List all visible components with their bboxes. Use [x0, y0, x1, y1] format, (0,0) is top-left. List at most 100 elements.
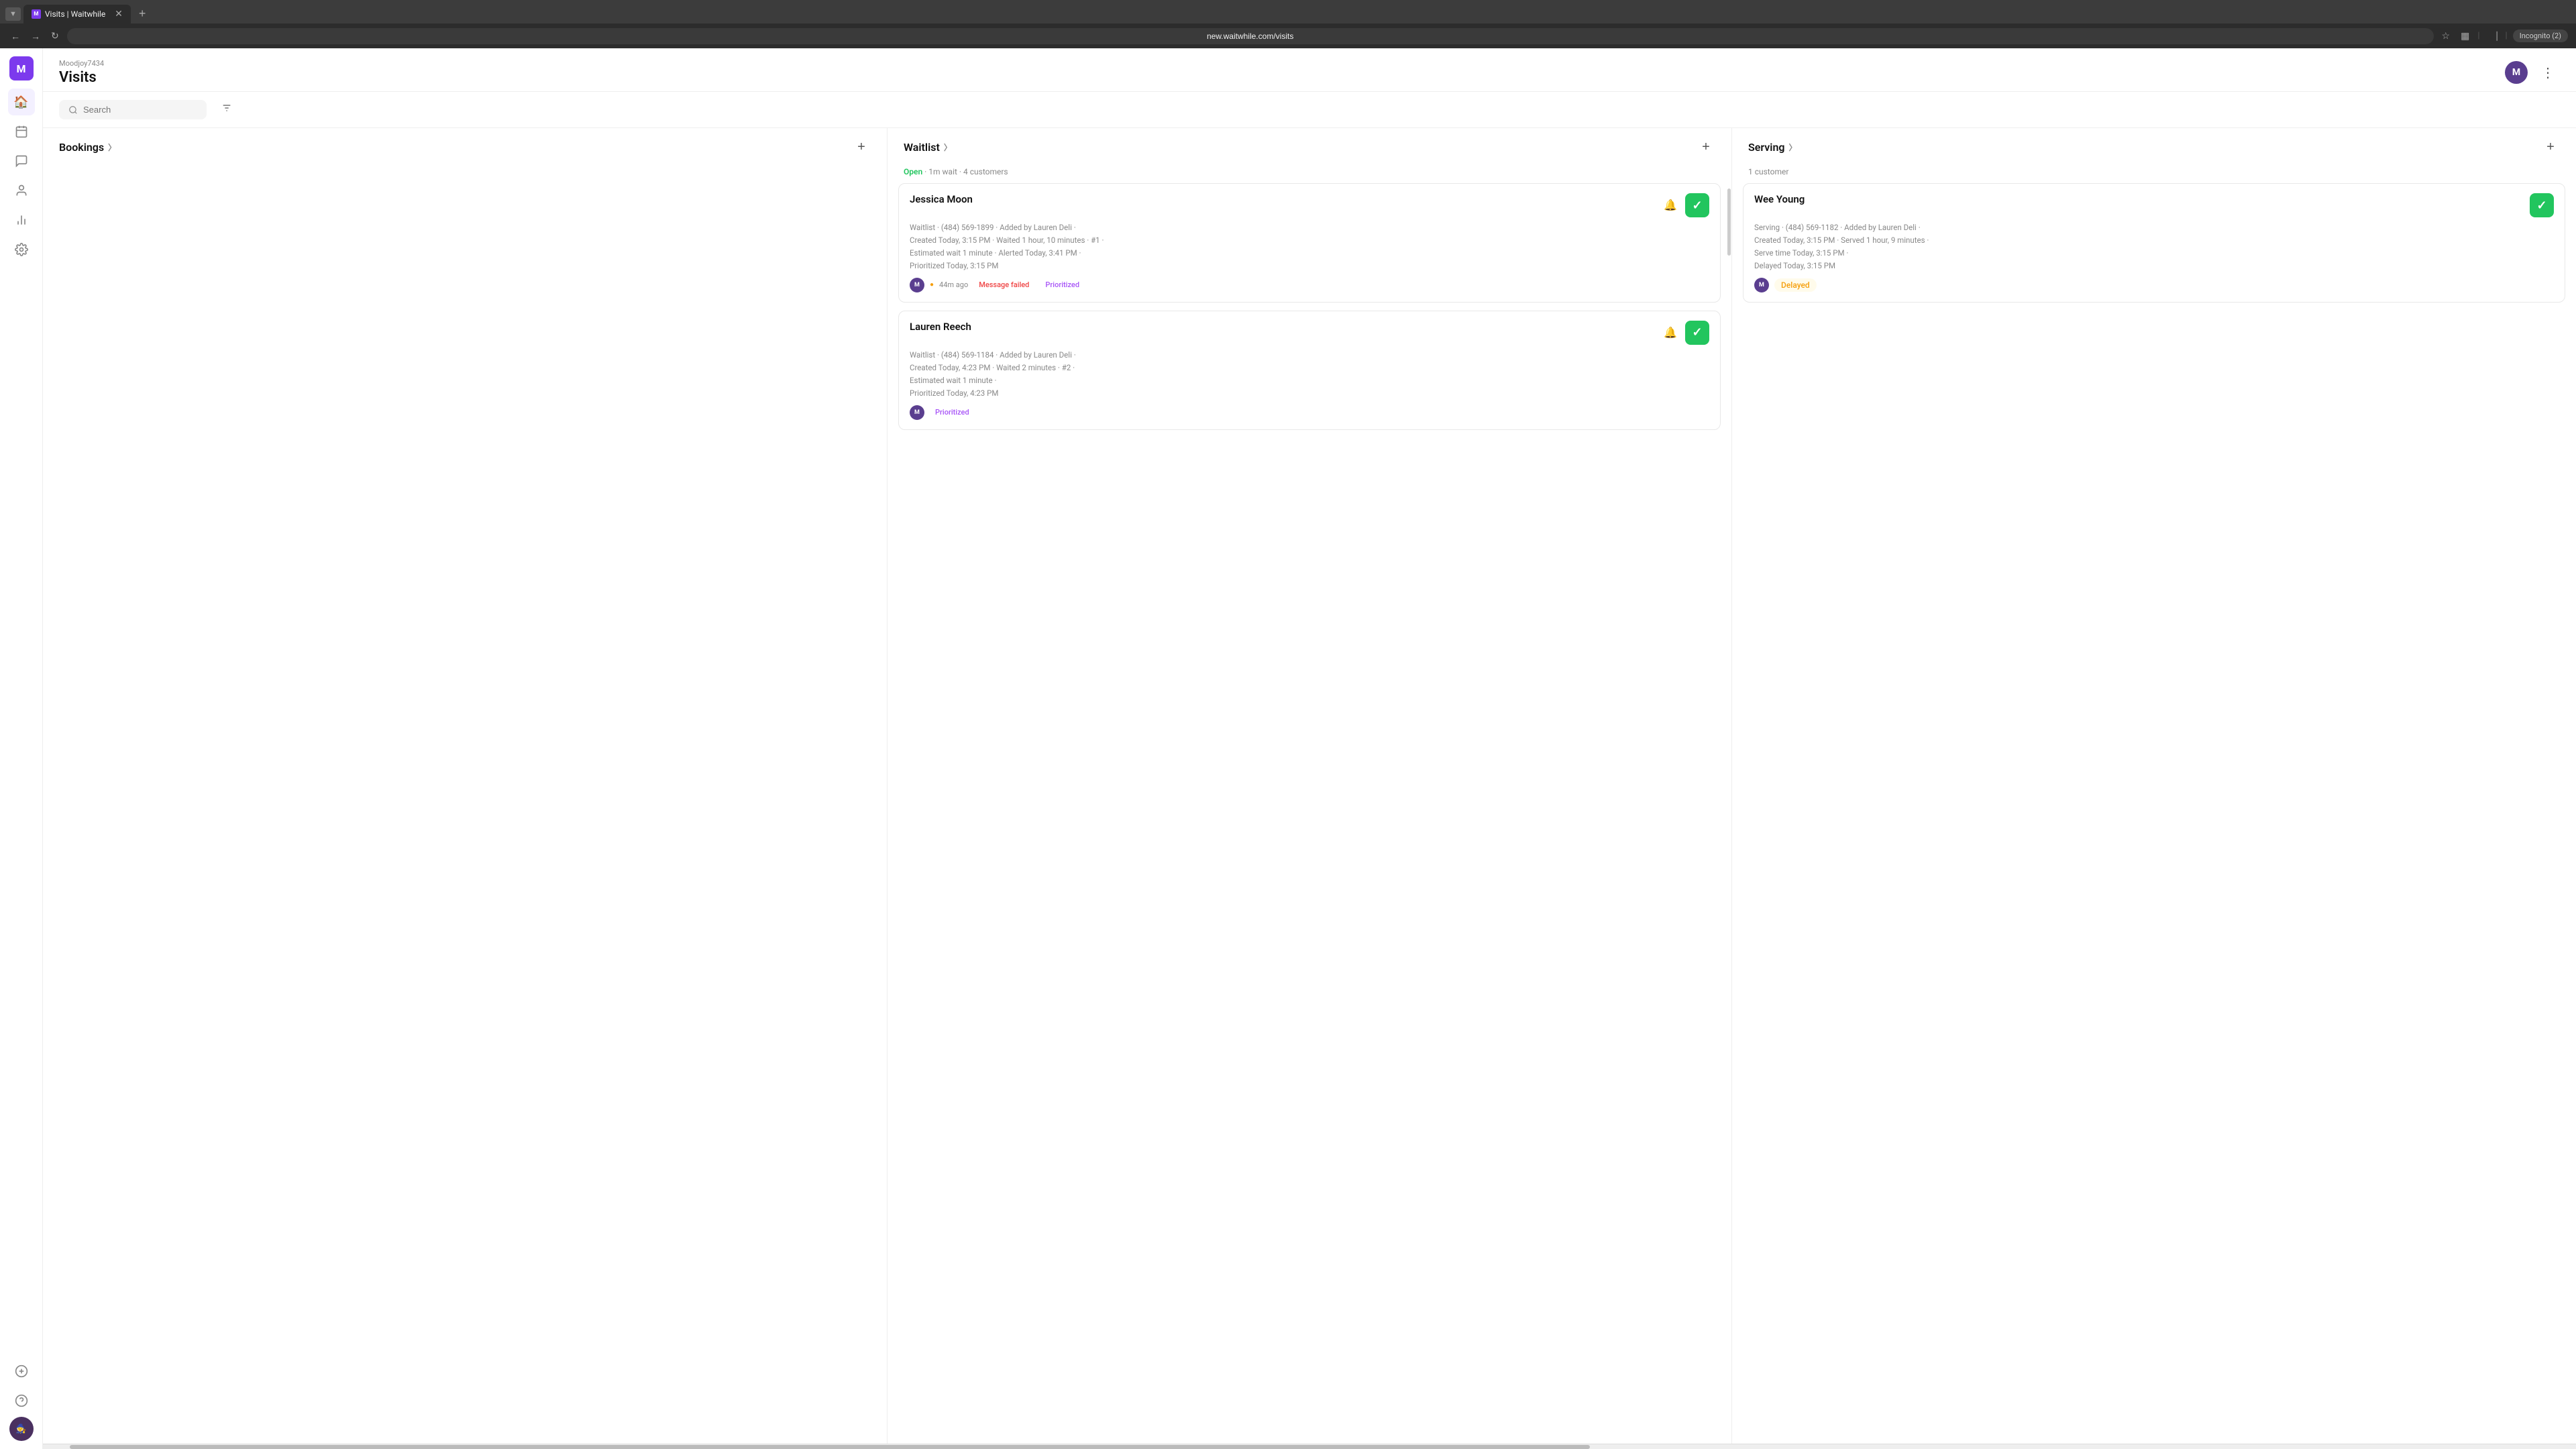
wee-young-delayed-badge[interactable]: Delayed — [1774, 278, 1817, 292]
page-header: Moodjoy7434 Visits M ⋮ — [43, 48, 2576, 92]
lauren-reech-staff-avatar: M — [910, 405, 924, 420]
bookings-column-header: Bookings 〉 + — [43, 128, 887, 163]
waitlist-column-title[interactable]: Waitlist 〉 — [904, 141, 952, 154]
wee-young-staff-avatar: M — [1754, 278, 1769, 292]
sidebar-toggle-button[interactable]: ⎹ — [2485, 28, 2500, 44]
serving-customer-count: 1 customer — [1732, 163, 2576, 183]
tab-title: Visits | Waitwhile — [45, 9, 105, 19]
search-icon — [68, 105, 78, 115]
bookings-column-title[interactable]: Bookings 〉 — [59, 141, 116, 154]
search-box — [59, 100, 207, 119]
jessica-moon-staff-avatar: M — [910, 278, 924, 292]
jessica-moon-card-top: Jessica Moon 🔔 ✓ — [910, 193, 1709, 217]
more-options-button[interactable]: ⋮ — [2536, 62, 2560, 84]
bottom-scrollbar[interactable] — [43, 1444, 2576, 1449]
sidebar-item-help[interactable] — [8, 1387, 35, 1414]
serving-column-header: Serving 〉 + — [1732, 128, 2576, 163]
serving-add-button[interactable]: + — [2541, 138, 2560, 156]
waitlist-status-bar: Open · 1m wait · 4 customers — [888, 163, 1731, 183]
wee-young-footer: M Delayed — [1754, 278, 2554, 292]
browser-actions: ☆ ▦ | ⎹ | Incognito (2) — [2439, 28, 2568, 44]
header-right: M ⋮ — [2505, 61, 2560, 84]
sidebar-item-messages[interactable] — [8, 148, 35, 174]
extensions-button[interactable]: ▦ — [2458, 28, 2472, 44]
page-title: Visits — [59, 69, 104, 86]
serving-column: Serving 〉 + 1 customer Wee Young ✓ — [1732, 128, 2576, 1444]
serving-chevron-icon: 〉 — [1788, 142, 1796, 153]
tab-bar: ▼ M Visits | Waitwhile ✕ + — [0, 0, 2576, 23]
user-avatar-header[interactable]: M — [2505, 61, 2528, 84]
lauren-reech-check-button[interactable]: ✓ — [1685, 321, 1709, 345]
wee-young-check-button[interactable]: ✓ — [2530, 193, 2554, 217]
sidebar-logo[interactable]: M — [9, 56, 34, 80]
sidebar-item-home[interactable]: 🏠 — [8, 89, 35, 115]
address-bar: ← → ↻ ☆ ▦ | ⎹ | Incognito (2) — [0, 23, 2576, 48]
lauren-reech-card-top: Lauren Reech 🔔 ✓ — [910, 321, 1709, 345]
tab-favicon: M — [32, 9, 41, 19]
jessica-moon-time-ago: 44m ago — [939, 280, 968, 289]
left-sidebar: M 🏠 🧙 — [0, 48, 43, 1449]
filter-button[interactable] — [215, 99, 239, 121]
lauren-reech-details: Waitlist · (484) 569-1184 · Added by Lau… — [910, 349, 1709, 400]
jessica-moon-footer: M ● 44m ago Message failed Prioritized — [910, 278, 1709, 292]
jessica-moon-actions: 🔔 ✓ — [1661, 193, 1709, 217]
lauren-reech-footer: M Prioritized — [910, 405, 1709, 420]
toolbar — [43, 92, 2576, 128]
bookmark-button[interactable]: ☆ — [2439, 28, 2453, 44]
lauren-reech-bell-button[interactable]: 🔔 — [1661, 323, 1680, 342]
bookings-empty-state — [43, 163, 887, 1444]
sidebar-item-contacts[interactable] — [8, 177, 35, 204]
wee-young-name: Wee Young — [1754, 193, 1805, 205]
waitlist-open-status: Open — [904, 167, 922, 176]
sidebar-item-analytics[interactable] — [8, 207, 35, 233]
waitlist-column: Waitlist 〉 + Open · 1m wait · 4 customer… — [888, 128, 1732, 1444]
waitlist-column-header: Waitlist 〉 + — [888, 128, 1731, 163]
waitlist-chevron-icon: 〉 — [944, 142, 952, 153]
jessica-moon-check-button[interactable]: ✓ — [1685, 193, 1709, 217]
tab-close-button[interactable]: ✕ — [115, 9, 123, 19]
jessica-moon-prioritized-badge[interactable]: Prioritized — [1040, 279, 1085, 290]
jessica-moon-details: Waitlist · (484) 569-1899 · Added by Lau… — [910, 221, 1709, 272]
sidebar-item-integrations[interactable] — [8, 1358, 35, 1385]
jessica-moon-bell-button[interactable]: 🔔 — [1661, 196, 1680, 215]
jessica-moon-message-failed-badge[interactable]: Message failed — [973, 279, 1034, 290]
sidebar-bottom: 🧙 — [8, 1358, 35, 1441]
wee-young-details: Serving · (484) 569-1182 · Added by Laur… — [1754, 221, 2554, 272]
new-tab-button[interactable]: + — [133, 4, 152, 23]
jessica-moon-status-dot: ● — [930, 281, 934, 288]
address-input[interactable] — [67, 28, 2434, 44]
main-content: Moodjoy7434 Visits M ⋮ — [43, 48, 2576, 1449]
sidebar-item-calendar[interactable] — [8, 118, 35, 145]
browser-chrome: ▼ M Visits | Waitwhile ✕ + ← → ↻ ☆ ▦ | ⎹… — [0, 0, 2576, 48]
bottom-scrollbar-thumb — [70, 1445, 1590, 1449]
app-body: M 🏠 🧙 — [0, 48, 2576, 1449]
search-input[interactable] — [83, 105, 177, 115]
wee-young-actions: ✓ — [2530, 193, 2554, 217]
jessica-moon-card: Jessica Moon 🔔 ✓ Waitlist · (484) 569-18… — [898, 183, 1721, 303]
forward-button[interactable]: → — [28, 28, 43, 44]
lauren-reech-actions: 🔔 ✓ — [1661, 321, 1709, 345]
waitlist-scrollbar[interactable] — [1726, 182, 1731, 1430]
waitlist-status-detail: · 1m wait · 4 customers — [924, 167, 1008, 176]
org-name: Moodjoy7434 — [59, 59, 104, 68]
wee-young-card: Wee Young ✓ Serving · (484) 569-1182 · A… — [1743, 183, 2565, 303]
waitlist-cards-area: Jessica Moon 🔔 ✓ Waitlist · (484) 569-18… — [888, 183, 1731, 1444]
serving-cards-area: Wee Young ✓ Serving · (484) 569-1182 · A… — [1732, 183, 2576, 1444]
tab-switcher[interactable]: ▼ — [5, 7, 21, 21]
waitlist-add-button[interactable]: + — [1697, 138, 1715, 156]
wee-young-card-top: Wee Young ✓ — [1754, 193, 2554, 217]
incognito-badge[interactable]: Incognito (2) — [2513, 30, 2568, 42]
back-button[interactable]: ← — [8, 28, 23, 44]
user-avatar-sidebar[interactable]: 🧙 — [9, 1417, 34, 1441]
bookings-add-button[interactable]: + — [852, 138, 871, 156]
sidebar-item-settings[interactable] — [8, 236, 35, 263]
reload-button[interactable]: ↻ — [48, 28, 62, 44]
serving-column-title[interactable]: Serving 〉 — [1748, 141, 1797, 154]
active-tab[interactable]: M Visits | Waitwhile ✕ — [23, 5, 131, 23]
bookings-column: Bookings 〉 + — [43, 128, 888, 1444]
lauren-reech-prioritized-badge[interactable]: Prioritized — [930, 407, 975, 418]
bookings-chevron-icon: 〉 — [108, 142, 116, 153]
lauren-reech-card: Lauren Reech 🔔 ✓ Waitlist · (484) 569-11… — [898, 311, 1721, 430]
jessica-moon-name: Jessica Moon — [910, 193, 973, 205]
columns-area: Bookings 〉 + Waitlist 〉 + — [43, 128, 2576, 1444]
